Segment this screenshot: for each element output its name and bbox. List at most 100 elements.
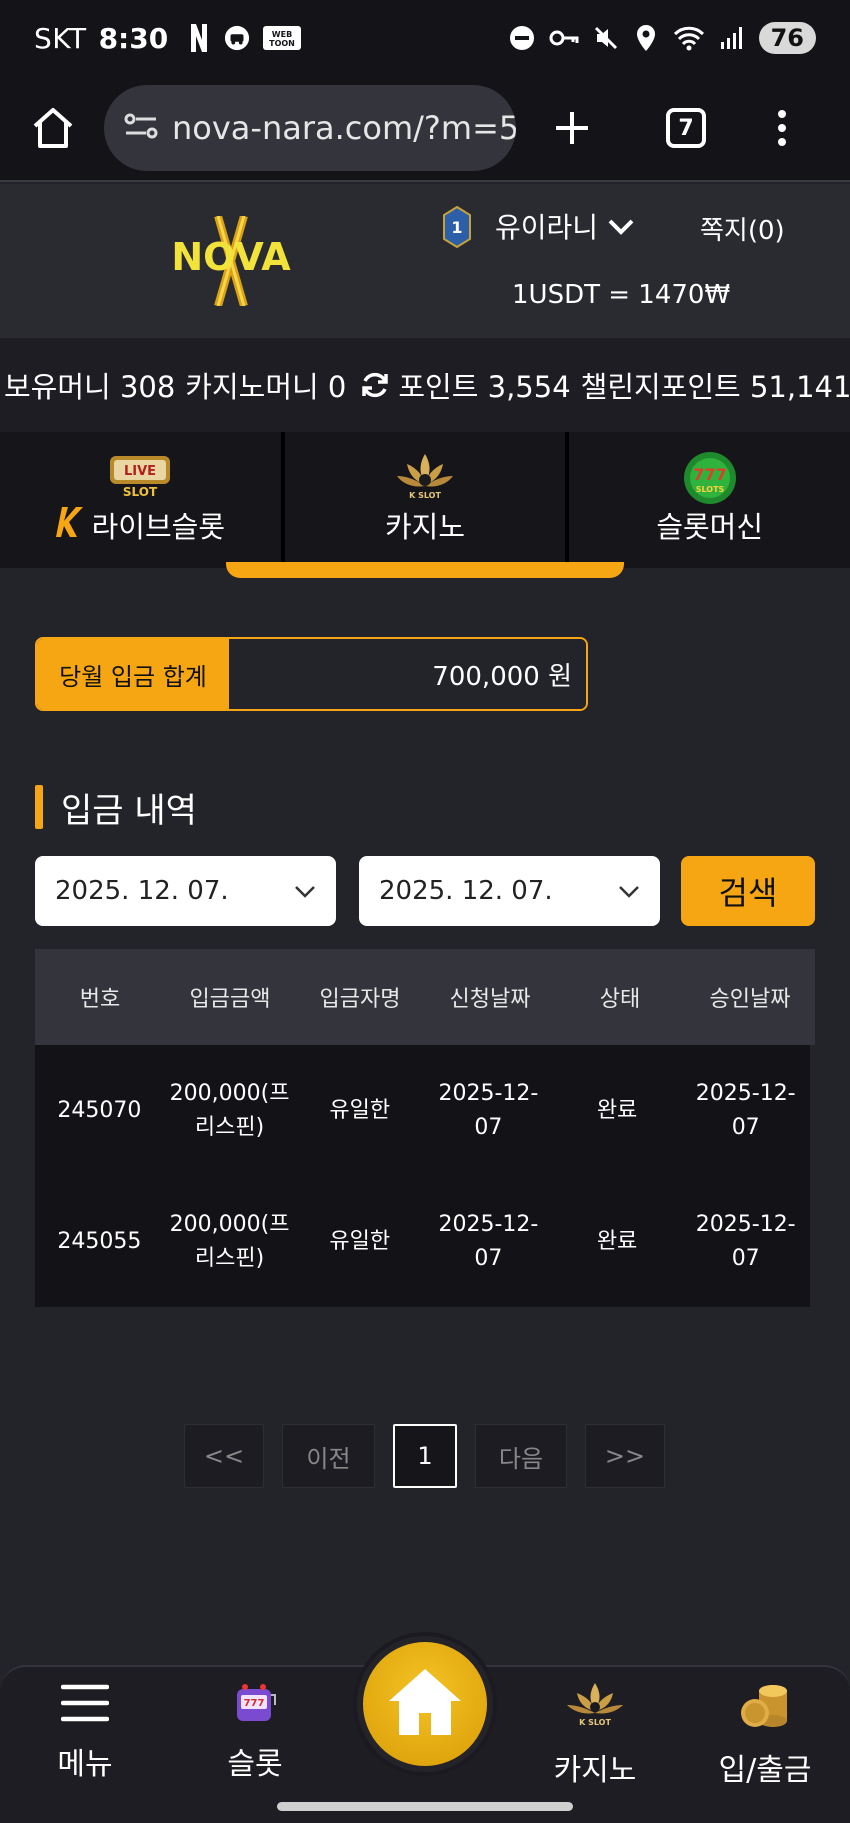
tab-label: 라이브슬롯 <box>91 510 226 544</box>
nav-deposit-withdraw[interactable]: 입/출금 <box>695 1681 835 1789</box>
cell-status: 완료 <box>596 1228 638 1254</box>
user-menu[interactable]: 유이라니 <box>495 206 634 246</box>
balance-bar: 보유머니 308 카지노머니 0 포인트 3,554 챌린지포인트 51,141 <box>0 338 850 432</box>
signal-icon <box>719 25 745 51</box>
tab-label: 카지노 <box>384 510 466 544</box>
svg-text:LIVE: LIVE <box>124 464 156 479</box>
gesture-bar <box>277 1802 573 1811</box>
tab-label: 슬롯머신 <box>656 510 764 544</box>
url-text: nova-nara.com/?m=5 <box>172 109 516 147</box>
address-bar[interactable]: nova-nara.com/?m=5 <box>104 85 516 171</box>
more-menu-icon[interactable] <box>772 106 792 150</box>
home-icon <box>385 1665 465 1743</box>
cell-depositor: 유일한 <box>329 1097 391 1123</box>
column-header: 신청날짜 <box>449 987 531 1012</box>
prev-page-button[interactable]: 이전 <box>282 1424 375 1488</box>
cell-request-date: 2025-12-07 <box>438 1211 539 1271</box>
location-icon <box>633 25 659 51</box>
end-date-select[interactable]: 2025. 12. 07. <box>359 856 660 926</box>
nav-label: 메뉴 <box>57 1747 113 1782</box>
cell-number: 245070 <box>57 1097 142 1123</box>
section-title-text: 입금 내역 <box>61 790 197 831</box>
new-tab-icon[interactable] <box>550 106 594 150</box>
webtoon-icon: WEB TOON <box>262 25 302 51</box>
next-page-button[interactable]: 다음 <box>475 1424 567 1488</box>
current-page-button[interactable]: 1 <box>393 1424 457 1488</box>
cell-request-date: 2025-12-07 <box>438 1080 539 1140</box>
tab-casino[interactable]: K SLOT 카지노 <box>284 432 566 568</box>
svg-text:777: 777 <box>693 465 726 484</box>
key-icon <box>549 25 579 51</box>
site-logo[interactable]: NOVA <box>146 214 316 308</box>
site-header: NOVA 1 유이라니 쪽지(0) 1USDT = 1470₩ <box>0 184 850 338</box>
battery-indicator: 76 <box>758 22 816 54</box>
clock: 8:30 <box>98 21 169 55</box>
column-header: 입금자명 <box>319 987 401 1012</box>
nav-menu[interactable]: 메뉴 <box>15 1681 155 1783</box>
cell-status: 완료 <box>596 1097 638 1123</box>
end-date-value: 2025. 12. 07. <box>379 876 553 906</box>
site-settings-icon[interactable] <box>124 111 158 145</box>
monthly-total-value: 700,000 원 <box>229 639 586 709</box>
svg-text:TOON: TOON <box>269 39 295 48</box>
column-header: 입금금액 <box>189 987 271 1012</box>
live-slot-icon: LIVE SLOT <box>108 450 172 504</box>
last-page-button[interactable]: >> <box>585 1424 665 1488</box>
home-icon[interactable] <box>24 99 82 157</box>
dnd-icon <box>509 25 535 51</box>
start-date-value: 2025. 12. 07. <box>55 876 229 906</box>
svg-text:K SLOT: K SLOT <box>579 1718 611 1727</box>
hamburger-icon <box>60 1681 110 1729</box>
netflix-icon <box>186 24 212 52</box>
section-title: 입금 내역 <box>35 785 197 831</box>
svg-text:SLOTS: SLOTS <box>695 485 724 494</box>
home-button[interactable] <box>357 1636 493 1772</box>
cell-amount: 200,000(프리스핀) <box>169 1080 290 1140</box>
k-brand-icon <box>55 505 86 546</box>
search-button[interactable]: 검색 <box>681 856 815 926</box>
svg-text:1: 1 <box>451 218 462 237</box>
table-header: 번호 입금금액 입금자명 신청날짜 상태 승인날짜 <box>35 949 815 1045</box>
cell-depositor: 유일한 <box>329 1228 391 1254</box>
slots-777-icon: 777 SLOTS <box>680 450 740 510</box>
table-row: 245055 200,000(프리스핀) 유일한 2025-12-07 완료 2… <box>35 1176 810 1307</box>
first-page-button[interactable]: << <box>184 1424 264 1488</box>
casino-money-balance: 카지노머니 0 <box>185 370 347 404</box>
table-row: 245070 200,000(프리스핀) 유일한 2025-12-07 완료 2… <box>35 1045 810 1176</box>
messages-link[interactable]: 쪽지(0) <box>700 210 785 247</box>
money-balance: 보유머니 308 <box>4 370 176 404</box>
username: 유이라니 <box>495 211 599 244</box>
chevron-down-icon <box>294 876 316 906</box>
monthly-total-label: 당월 입금 합계 <box>37 639 229 709</box>
nav-slot[interactable]: 777 슬롯 <box>185 1681 325 1783</box>
svg-text:WEB: WEB <box>272 30 292 39</box>
browser-toolbar: nova-nara.com/?m=5 7 <box>0 76 850 182</box>
cell-number: 245055 <box>57 1228 142 1254</box>
chevron-down-icon <box>608 210 634 243</box>
cell-approval-date: 2025-12-07 <box>695 1211 796 1271</box>
svg-text:777: 777 <box>244 1698 265 1709</box>
table-body: 245070 200,000(프리스핀) 유일한 2025-12-07 완료 2… <box>35 1045 810 1307</box>
mute-icon <box>593 25 619 51</box>
svg-text:K SLOT: K SLOT <box>409 491 441 500</box>
deposit-history-table: 번호 입금금액 입금자명 신청날짜 상태 승인날짜 245070 200,000… <box>35 949 815 1307</box>
carrier: SKT <box>34 21 87 55</box>
refresh-icon[interactable] <box>360 370 390 400</box>
column-header: 승인날짜 <box>709 987 791 1012</box>
nav-label: 카지노 <box>553 1753 637 1788</box>
nav-label: 슬롯 <box>227 1747 283 1782</box>
game-category-tabs: LIVE SLOT 라이브슬롯 K SLOT 카지노 777 SLOTS 슬롯머신 <box>0 432 850 568</box>
chevron-down-icon <box>618 876 640 906</box>
nav-casino[interactable]: K SLOT 카지노 <box>525 1681 665 1789</box>
tab-live-slot[interactable]: LIVE SLOT 라이브슬롯 <box>0 432 281 568</box>
title-accent-bar <box>35 785 43 829</box>
k-slot-icon: K SLOT <box>393 450 457 510</box>
tab-slot-machine[interactable]: 777 SLOTS 슬롯머신 <box>569 432 850 568</box>
nav-label: 입/출금 <box>718 1753 812 1788</box>
active-tab-indicator <box>226 562 624 578</box>
exchange-rate: 1USDT = 1470₩ <box>512 280 731 310</box>
coins-icon <box>737 1681 793 1735</box>
car-icon <box>224 25 250 51</box>
start-date-select[interactable]: 2025. 12. 07. <box>35 856 336 926</box>
tab-switcher-button[interactable]: 7 <box>666 108 706 148</box>
